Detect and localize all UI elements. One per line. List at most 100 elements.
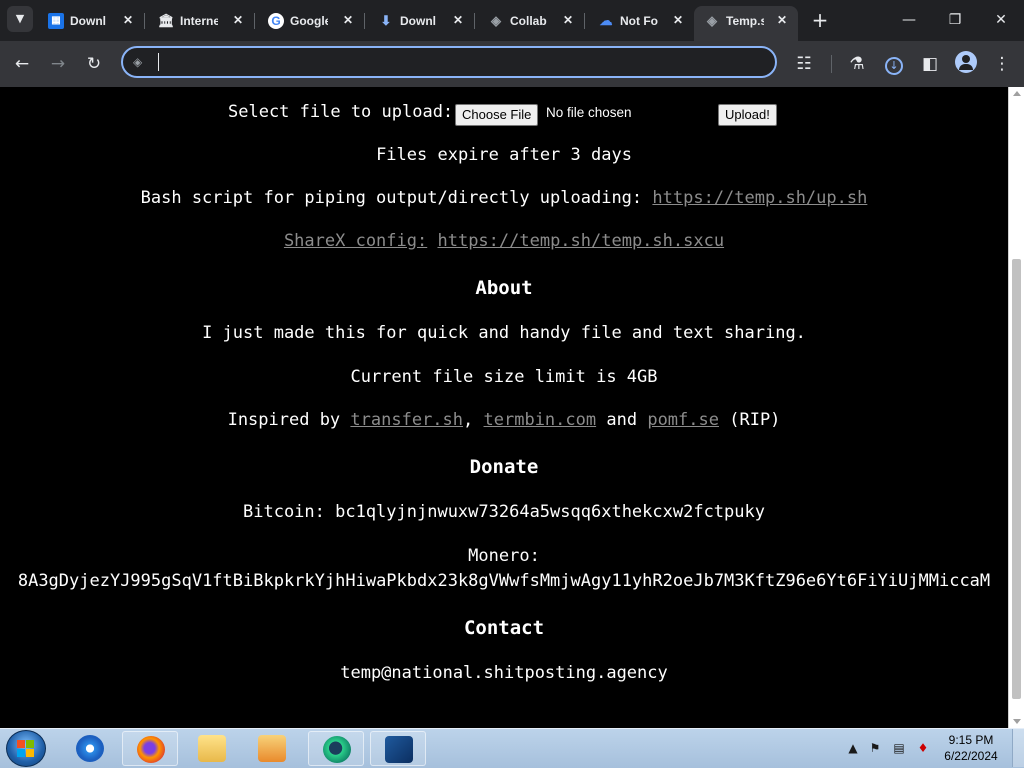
- chevron-down-icon: ▼: [15, 12, 25, 25]
- cloud-icon: ☁: [599, 13, 613, 28]
- tab-title: Collab: [510, 14, 547, 28]
- tab-5[interactable]: ◈ Collab ✕: [478, 6, 585, 35]
- tab-4[interactable]: ⬇ Downl ✕: [368, 6, 475, 35]
- tab-search-button[interactable]: ▼: [7, 6, 33, 32]
- forward-arrow-icon: →: [50, 54, 66, 74]
- close-icon[interactable]: ✕: [230, 12, 246, 28]
- page-scrollbar[interactable]: [1008, 87, 1024, 728]
- sharex-label-link[interactable]: ShareX config:: [284, 231, 427, 251]
- bash-text: Bash script for piping output/directly u…: [140, 188, 643, 208]
- menu-button[interactable]: ⋮: [988, 50, 1016, 78]
- globe-icon: ◈: [707, 13, 717, 28]
- pomf-link[interactable]: pomf.se: [647, 410, 719, 430]
- extensions-button[interactable]: ☷: [790, 50, 818, 78]
- inspired-prefix: Inspired by: [227, 410, 341, 430]
- monero-address: 8A3gDyjezYJ995gSqV1ftBiBkpkrkYjhHiwaPkbd…: [17, 571, 991, 591]
- tab-6[interactable]: ☁ Not Fo ✕: [588, 6, 694, 35]
- termbin-link[interactable]: termbin.com: [484, 410, 597, 430]
- close-icon[interactable]: ✕: [670, 12, 686, 28]
- contact-heading: Contact: [463, 617, 545, 639]
- taskbar-file-explorer[interactable]: [184, 731, 240, 766]
- choose-file-button[interactable]: Choose File: [455, 104, 539, 126]
- taskbar-clock[interactable]: 9:15 PM 6/22/2024: [936, 732, 1006, 764]
- address-bar[interactable]: ◈: [121, 46, 777, 78]
- sharex-config-link[interactable]: https://temp.sh/temp.sh.sxcu: [437, 231, 724, 251]
- expire-text: Files expire after 3 days: [376, 145, 632, 165]
- about-heading: About: [475, 277, 533, 299]
- text-caret: [158, 53, 159, 71]
- scrollbar-thumb[interactable]: [1012, 259, 1021, 699]
- taskbar-media-player[interactable]: [244, 731, 300, 766]
- side-panel-icon: ◧: [921, 54, 939, 74]
- upload-button[interactable]: Upload!: [718, 104, 777, 126]
- taskbar-virtualbox[interactable]: [370, 731, 426, 766]
- taskbar-browser-app[interactable]: [308, 731, 364, 766]
- taskbar-firefox[interactable]: [122, 731, 178, 766]
- back-arrow-icon: ←: [14, 54, 30, 74]
- site-info-icon[interactable]: ◈: [133, 55, 147, 69]
- firefox-icon: [137, 736, 165, 763]
- reload-button[interactable]: ↻: [80, 50, 108, 78]
- new-tab-button[interactable]: +: [808, 8, 832, 32]
- scroll-up-icon[interactable]: [1013, 91, 1021, 96]
- google-icon: G: [268, 13, 284, 29]
- minimize-button[interactable]: —: [886, 0, 932, 40]
- tab-strip: ▼ ▦ Downl ✕ 🏛 Interne ✕ G Google ✕ ⬇ Dow…: [0, 0, 1024, 41]
- labs-button[interactable]: ⚗: [843, 50, 871, 78]
- plus-icon: +: [811, 8, 829, 32]
- internet-explorer-icon: [76, 735, 104, 762]
- close-icon[interactable]: ✕: [560, 12, 576, 28]
- downloads-button[interactable]: ↓: [880, 50, 908, 78]
- bash-script-link[interactable]: https://temp.sh/up.sh: [652, 188, 867, 208]
- close-icon: ✕: [995, 12, 1007, 28]
- kebab-menu-icon: ⋮: [993, 54, 1011, 74]
- contact-email: temp@national.shitposting.agency: [340, 663, 668, 683]
- upload-label: Select file to upload:: [228, 102, 454, 122]
- minimize-icon: —: [902, 12, 916, 28]
- size-limit-text: Current file size limit is 4GB: [350, 367, 658, 387]
- tab-title: Temp.s: [726, 14, 764, 28]
- tab-title: Google: [290, 14, 328, 28]
- sharex-line: ShareX config: https://temp.sh/temp.sh.s…: [0, 231, 1008, 251]
- volume-muted-icon[interactable]: ♦: [916, 742, 930, 754]
- tab-title: Downl: [70, 14, 106, 28]
- inspired-suffix: (RIP): [729, 410, 781, 430]
- close-icon[interactable]: ✕: [120, 12, 136, 28]
- about-text: I just made this for quick and handy fil…: [202, 323, 806, 343]
- tab-active[interactable]: ◈ Temp.s ✕: [694, 6, 798, 41]
- bitcoin-address: Bitcoin: bc1qlyjnjnwuxw73264a5wsqq6xthek…: [243, 502, 765, 522]
- internet-archive-icon: 🏛: [158, 13, 175, 28]
- transfer-sh-link[interactable]: transfer.sh: [350, 410, 463, 430]
- close-icon[interactable]: ✕: [340, 12, 356, 28]
- close-icon[interactable]: ✕: [450, 12, 466, 28]
- clock-date: 6/22/2024: [944, 749, 998, 763]
- tab-1[interactable]: ▦ Downl ✕: [38, 6, 145, 35]
- download-page-icon: ▦: [48, 13, 64, 29]
- taskbar-internet-explorer[interactable]: [62, 731, 118, 766]
- clock-time: 9:15 PM: [948, 733, 994, 747]
- restore-icon: ❐: [948, 12, 962, 28]
- scroll-down-icon[interactable]: [1013, 719, 1021, 724]
- close-window-button[interactable]: ✕: [978, 0, 1024, 40]
- action-center-flag-icon[interactable]: ⚑: [868, 742, 882, 754]
- tab-2[interactable]: 🏛 Interne ✕: [148, 6, 255, 35]
- close-icon[interactable]: ✕: [774, 12, 790, 28]
- address-input[interactable]: [157, 51, 761, 75]
- back-button[interactable]: ←: [8, 50, 36, 78]
- network-icon[interactable]: ▤: [892, 742, 906, 754]
- puzzle-icon: ☷: [796, 54, 812, 74]
- download-progress-icon: ↓: [885, 57, 903, 75]
- bash-script-line: Bash script for piping output/directly u…: [0, 188, 1008, 208]
- folder-icon: [198, 735, 226, 762]
- restore-button[interactable]: ❐: [932, 0, 978, 40]
- tab-title: Downl: [400, 14, 436, 28]
- side-panel-button[interactable]: ◧: [916, 50, 944, 78]
- profile-avatar[interactable]: [955, 51, 977, 73]
- forward-button[interactable]: →: [44, 50, 72, 78]
- reload-icon: ↻: [86, 54, 102, 74]
- show-hidden-icons-icon[interactable]: ▲: [846, 742, 860, 754]
- start-button[interactable]: [6, 730, 46, 767]
- show-desktop-button[interactable]: [1012, 729, 1024, 767]
- windows-taskbar: ▲ ⚑ ▤ ♦ 9:15 PM 6/22/2024: [0, 728, 1024, 768]
- tab-3[interactable]: G Google ✕: [258, 6, 365, 35]
